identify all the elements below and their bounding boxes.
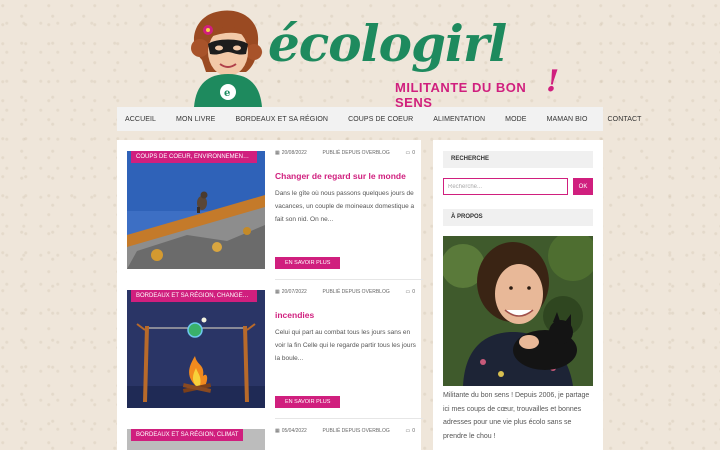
comment-count: 0 bbox=[412, 428, 415, 434]
about-text: Militante du bon sens ! Depuis 2006, je … bbox=[443, 392, 590, 440]
nav-item-maman-bio[interactable]: MAMAN BIO bbox=[539, 116, 588, 123]
sidebar: RECHERCHE OK À PROPOS bbox=[433, 140, 603, 450]
search-input[interactable] bbox=[443, 178, 568, 195]
comment-icon: ▭ bbox=[405, 289, 411, 295]
campfire-illustration-image bbox=[127, 290, 265, 408]
post-comments[interactable]: ▭ 0 bbox=[405, 150, 415, 156]
calendar-icon: ▦ bbox=[275, 150, 280, 156]
post-date: ▦ 05/04/2022 bbox=[275, 428, 307, 434]
post-thumbnail[interactable]: BORDEAUX ET SA RÉGION, CHANGEMEN... bbox=[127, 290, 265, 408]
post-list: COUPS DE COEUR, ENVIRONNEMENT, N... ▦ 20/… bbox=[117, 140, 423, 450]
calendar-icon: ▦ bbox=[275, 289, 280, 295]
post-meta: ▦ 20/08/2022 PUBLIÉ DEPUIS OVERBLOG ▭ 0 bbox=[275, 150, 415, 156]
svg-text:e: e bbox=[224, 88, 230, 99]
nav-item-mon-livre[interactable]: MON LIVRE bbox=[168, 116, 215, 123]
category-badge[interactable]: BORDEAUX ET SA RÉGION, CHANGEMEN... bbox=[131, 290, 257, 302]
brand-name: écologirl bbox=[268, 14, 507, 73]
about-widget-title: À PROPOS bbox=[443, 209, 593, 226]
comment-count: 0 bbox=[412, 289, 415, 295]
post-date-text: 05/04/2022 bbox=[281, 428, 307, 434]
post-divider bbox=[275, 418, 423, 419]
nav-item-bordeaux[interactable]: BORDEAUX ET SA RÉGION bbox=[227, 116, 328, 123]
post-meta: ▦ 05/04/2022 PUBLIÉ DEPUIS OVERBLOG ▭ 0 bbox=[275, 428, 415, 434]
post-date: ▦ 20/07/2022 bbox=[275, 289, 307, 295]
site-logo[interactable]: e écologirl MILITANTE DU BON SENS ! bbox=[176, 0, 566, 110]
post-source: PUBLIÉ DEPUIS OVERBLOG bbox=[322, 428, 390, 434]
category-badge[interactable]: BORDEAUX ET SA RÉGION, CLIMAT bbox=[131, 429, 244, 441]
post-date-text: 20/07/2022 bbox=[281, 289, 307, 295]
post-thumbnail[interactable]: COUPS DE COEUR, ENVIRONNEMENT, N... bbox=[127, 151, 265, 269]
author-with-cat-photo bbox=[443, 236, 593, 386]
about-photo bbox=[443, 236, 593, 386]
calendar-icon: ▦ bbox=[275, 428, 280, 434]
read-more-button[interactable]: EN SAVOIR PLUS bbox=[275, 396, 341, 408]
post-source: PUBLIÉ DEPUIS OVERBLOG bbox=[322, 289, 390, 295]
post-meta: ▦ 20/07/2022 PUBLIÉ DEPUIS OVERBLOG ▭ 0 bbox=[275, 289, 415, 295]
post-divider bbox=[275, 279, 423, 280]
post-title[interactable]: incendies bbox=[275, 310, 314, 320]
tagline-exclamation: ! bbox=[546, 64, 560, 99]
main-nav: ACCUEIL MON LIVRE BORDEAUX ET SA RÉGION … bbox=[117, 107, 641, 131]
search-button[interactable]: OK bbox=[573, 178, 593, 195]
post-excerpt: Dans le gîte où nous passons quelques jo… bbox=[275, 190, 415, 223]
nav-item-coups-de-coeur[interactable]: COUPS DE COEUR bbox=[340, 116, 413, 123]
nav-item-mode[interactable]: MODE bbox=[497, 116, 526, 123]
post-title[interactable]: Changer de regard sur le monde bbox=[275, 171, 406, 181]
read-more-button[interactable]: EN SAVOIR PLUS bbox=[275, 257, 341, 269]
sparrow-on-roof-image bbox=[127, 151, 265, 269]
category-badge[interactable]: COUPS DE COEUR, ENVIRONNEMENT, N... bbox=[131, 151, 257, 163]
post-date: ▦ 20/08/2022 bbox=[275, 150, 307, 156]
superhero-girl-mask-icon: e bbox=[191, 10, 262, 107]
post-comments[interactable]: ▭ 0 bbox=[405, 289, 415, 295]
search-widget-title: RECHERCHE bbox=[443, 151, 593, 168]
post-excerpt: Celui qui part au combat tous les jours … bbox=[275, 329, 416, 362]
comment-count: 0 bbox=[412, 150, 415, 156]
brand-tagline: MILITANTE DU BON SENS bbox=[395, 80, 527, 110]
post-source: PUBLIÉ DEPUIS OVERBLOG bbox=[322, 150, 390, 156]
nav-item-accueil[interactable]: ACCUEIL bbox=[117, 116, 156, 123]
post-date-text: 20/08/2022 bbox=[281, 150, 307, 156]
post-comments[interactable]: ▭ 0 bbox=[405, 428, 415, 434]
nav-item-contact[interactable]: CONTACT bbox=[600, 116, 642, 123]
comment-icon: ▭ bbox=[405, 428, 411, 434]
comment-icon: ▭ bbox=[405, 150, 411, 156]
post-thumbnail[interactable]: BORDEAUX ET SA RÉGION, CLIMAT bbox=[127, 429, 265, 450]
nav-item-alimentation[interactable]: ALIMENTATION bbox=[425, 116, 485, 123]
